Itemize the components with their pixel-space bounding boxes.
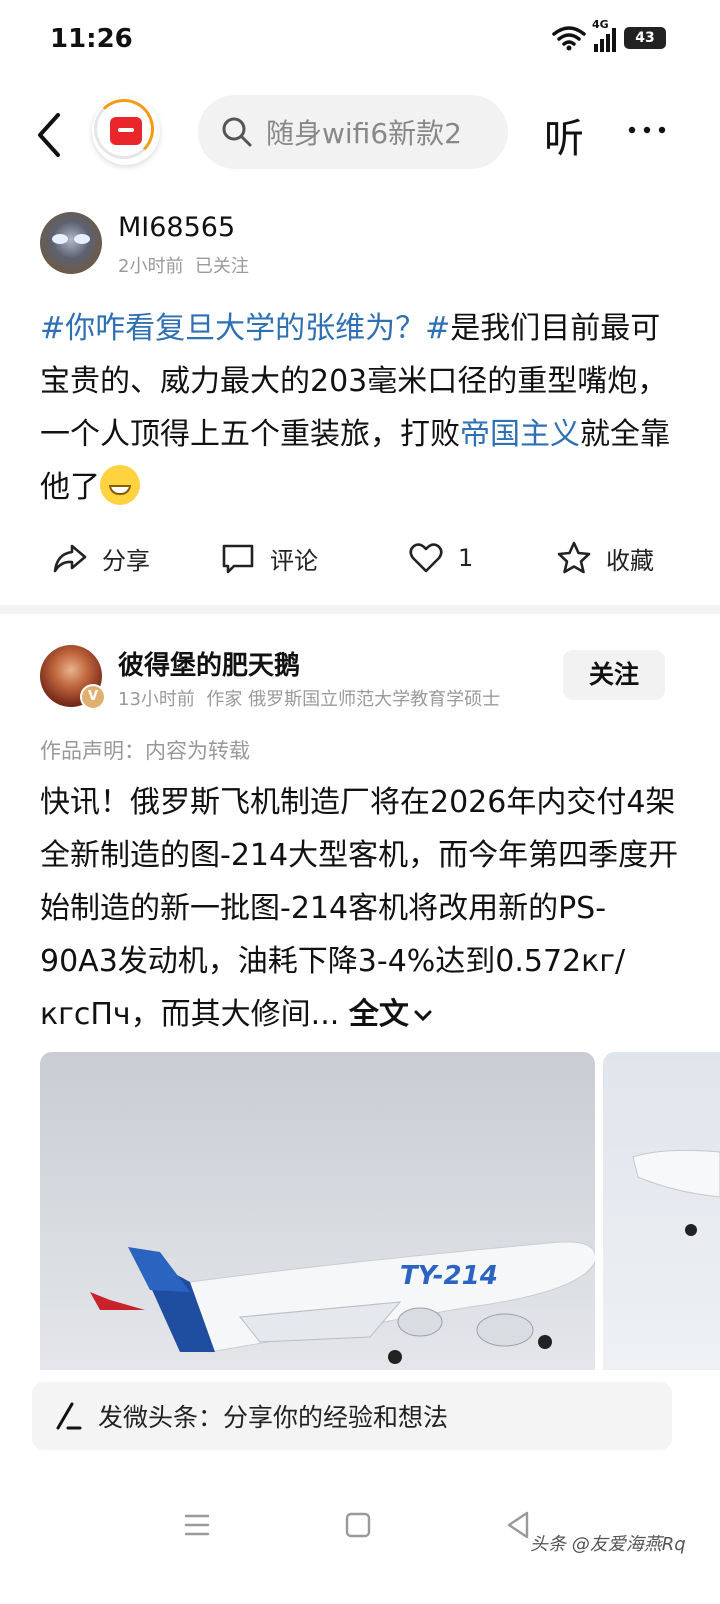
favorite-label: 收藏	[606, 546, 654, 575]
share-icon	[53, 544, 87, 573]
follow-state: 已关注	[194, 256, 249, 277]
search-input-text[interactable]: 随身wifi6新款2	[266, 112, 491, 152]
full-text-button[interactable]: 全文	[349, 997, 433, 1032]
author-avatar[interactable]	[40, 212, 102, 274]
full-text-label: 全文	[348, 997, 409, 1032]
nav-back-icon[interactable]	[505, 1510, 531, 1540]
search-icon	[222, 117, 252, 147]
post-image-secondary[interactable]	[603, 1052, 720, 1370]
topic-link[interactable]: 帝国主义	[460, 417, 580, 452]
signal-icon: 4G	[592, 18, 616, 52]
comment-label: 评论	[270, 546, 318, 575]
post-body[interactable]: #你咋看复旦大学的张维为？#是我们目前最可宝贵的、威力最大的203毫米口径的重型…	[40, 302, 680, 514]
post-meta: 2小时前 已关注	[118, 252, 249, 278]
comment-button[interactable]: 评论	[220, 536, 318, 580]
post-text: 快讯！俄罗斯飞机制造厂将在2026年内交付4架全新制造的图-214大型客机，而今…	[40, 785, 679, 1032]
search-box[interactable]: 随身wifi6新款2	[198, 95, 508, 169]
pen-icon	[56, 1402, 82, 1430]
watermark: 头条 @友爱海燕Rq	[530, 1534, 686, 1555]
listen-button[interactable]: 听	[544, 106, 584, 164]
home-icon[interactable]	[345, 1512, 371, 1538]
status-icons: 4G 43	[552, 18, 666, 52]
status-time: 11:26	[50, 24, 133, 54]
post-time: 13小时前	[118, 689, 195, 710]
post-image-airplane[interactable]: TY-214	[40, 1052, 595, 1370]
menu-icon[interactable]	[184, 1512, 210, 1538]
comment-icon	[222, 544, 254, 574]
chevron-down-icon	[414, 1010, 432, 1022]
content-notice: 作品声明：内容为转载	[40, 739, 250, 763]
like-button[interactable]: 1	[408, 536, 473, 580]
share-button[interactable]: 分享	[52, 536, 150, 580]
back-arrow-icon[interactable]	[30, 105, 70, 165]
compose-placeholder: 发微头条：分享你的经验和想法	[98, 1403, 449, 1432]
airplane-illustration: TY-214	[90, 1241, 595, 1364]
more-options-icon[interactable]	[624, 110, 670, 150]
verified-badge-icon: V	[80, 684, 106, 710]
image-caption: TY-214	[400, 1261, 498, 1291]
grin-emoji-icon	[100, 465, 140, 505]
author-name[interactable]: 彼得堡的肥天鹅	[118, 645, 300, 682]
star-icon	[557, 541, 591, 574]
author-description: 作家 俄罗斯国立师范大学教育学硕士	[206, 689, 501, 710]
author-name[interactable]: MI68565	[118, 212, 235, 243]
follow-button[interactable]: 关注	[563, 650, 665, 700]
battery-indicator: 43	[624, 27, 666, 49]
wifi-icon	[552, 26, 586, 51]
network-type: 4G	[592, 18, 609, 31]
like-count: 1	[458, 544, 474, 572]
airplane-illustration-small	[632, 1149, 720, 1236]
heart-icon	[409, 543, 443, 573]
post-body[interactable]: 快讯！俄罗斯飞机制造厂将在2026年内交付4架全新制造的图-214大型客机，而今…	[40, 776, 680, 1041]
favorite-button[interactable]: 收藏	[556, 536, 654, 580]
post-time: 2小时前	[118, 256, 184, 277]
feed-divider	[0, 605, 720, 614]
hashtag-link[interactable]: #你咋看复旦大学的张维为？#	[40, 311, 450, 346]
share-label: 分享	[102, 546, 150, 575]
app-logo-button[interactable]	[92, 97, 160, 165]
compose-bar[interactable]: 发微头条：分享你的经验和想法	[32, 1382, 672, 1450]
post-meta: 13小时前 作家 俄罗斯国立师范大学教育学硕士	[118, 685, 500, 711]
